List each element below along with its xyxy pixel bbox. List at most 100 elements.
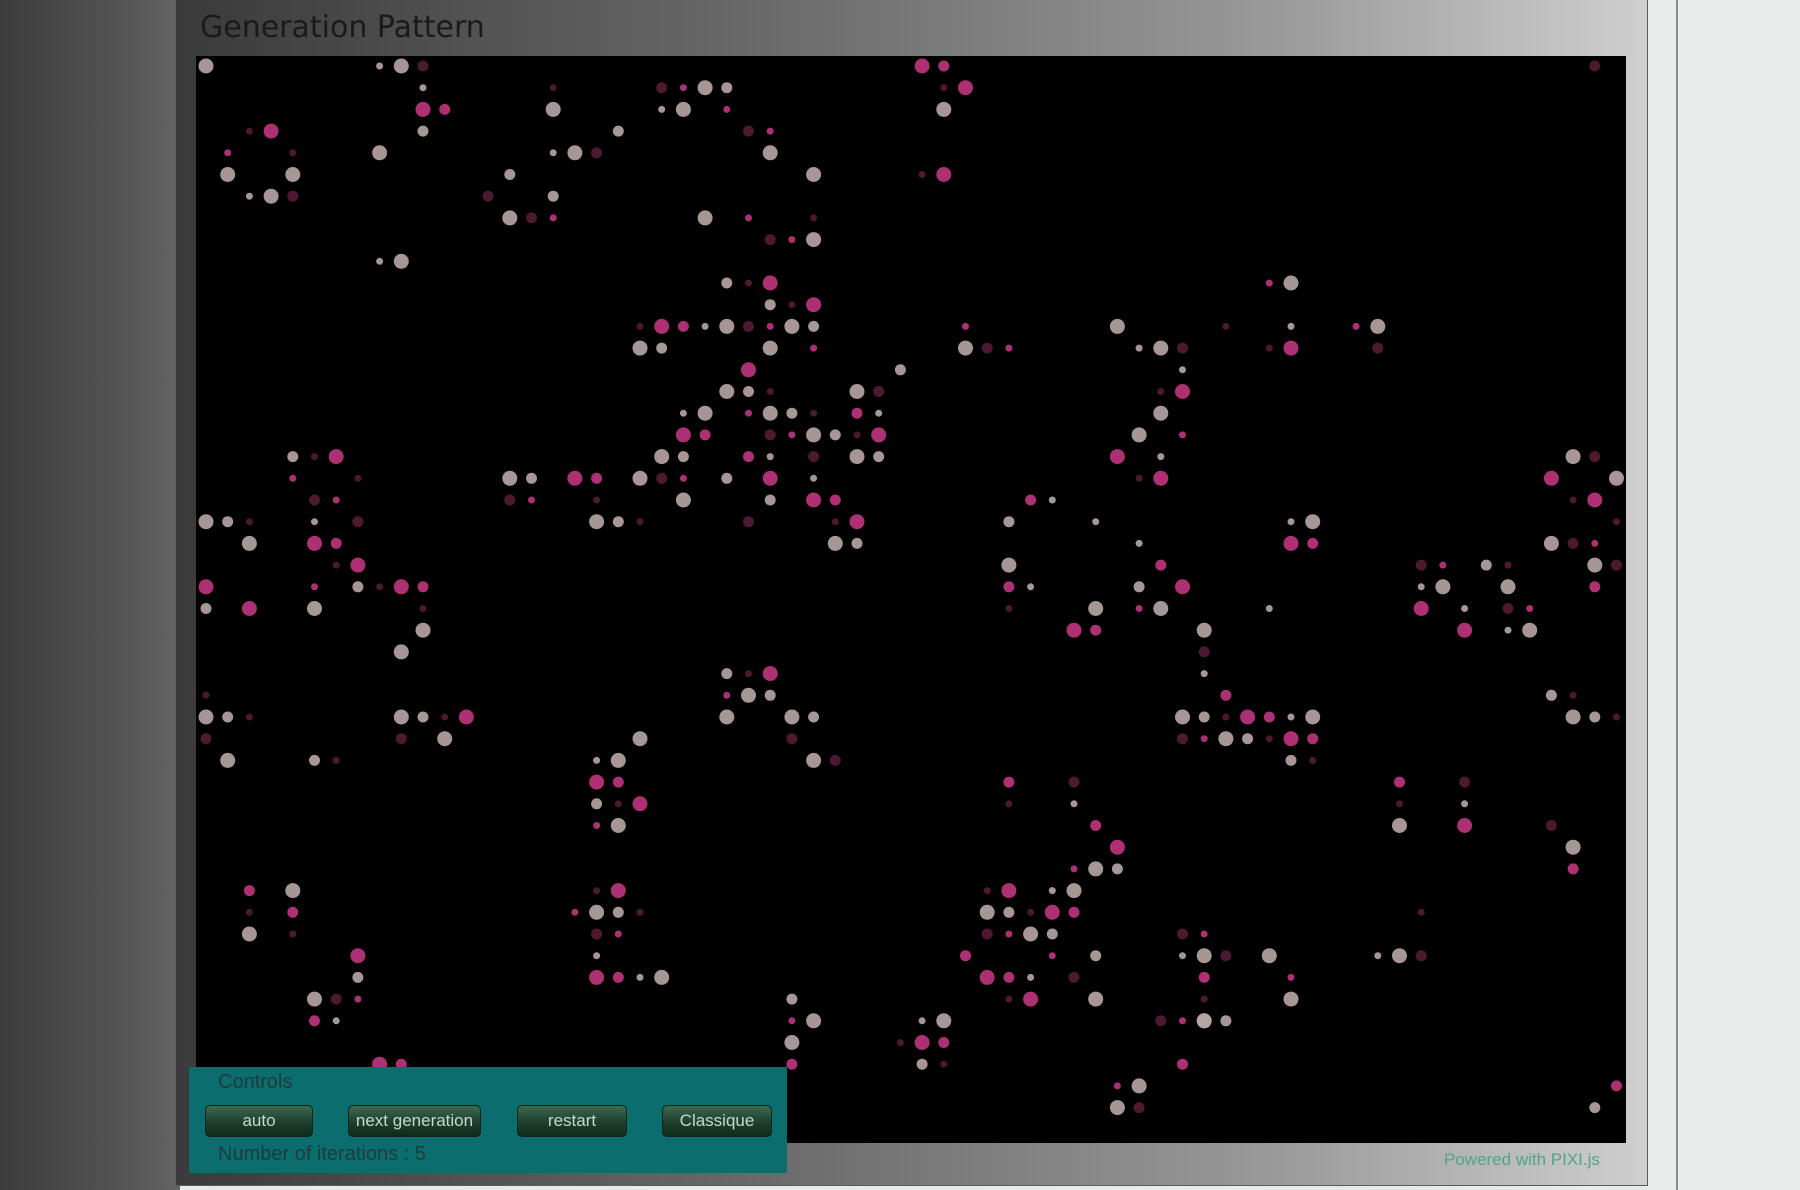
cell	[719, 318, 735, 334]
cell	[1153, 405, 1169, 421]
cell	[1504, 561, 1512, 569]
cell	[612, 125, 624, 137]
cell	[1175, 384, 1190, 399]
cell	[1111, 863, 1123, 875]
cell	[1613, 713, 1620, 721]
cell	[1565, 449, 1581, 465]
cell	[788, 431, 796, 439]
cell	[1177, 1058, 1188, 1070]
game-board[interactable]	[196, 56, 1626, 1143]
cell	[745, 409, 752, 417]
cell	[766, 453, 774, 461]
cell	[1001, 883, 1017, 899]
cell	[806, 167, 822, 182]
cell	[1457, 818, 1473, 833]
cell	[679, 409, 687, 417]
cell	[1092, 518, 1100, 526]
cell	[654, 969, 670, 985]
cell	[1374, 952, 1382, 960]
next-generation-button[interactable]: next generation	[348, 1105, 481, 1137]
cell	[245, 713, 253, 721]
classique-button[interactable]: Classique	[662, 1105, 772, 1137]
cell	[741, 687, 756, 703]
cell	[1088, 991, 1104, 1007]
cell	[1265, 735, 1273, 743]
cell	[851, 537, 863, 549]
cell	[1196, 948, 1212, 964]
cell	[808, 320, 820, 332]
cell	[1417, 908, 1425, 916]
cell	[1175, 579, 1190, 595]
cell	[697, 210, 713, 226]
cell	[788, 301, 796, 309]
cell	[1287, 713, 1295, 721]
cell	[1283, 535, 1299, 551]
cell	[591, 798, 603, 810]
cell	[896, 1039, 904, 1046]
cell	[287, 906, 299, 918]
cell	[723, 105, 731, 113]
cell	[699, 429, 711, 441]
cell	[1048, 952, 1056, 960]
cell	[697, 80, 713, 96]
cell	[853, 431, 861, 439]
cell	[1218, 731, 1234, 747]
controls-panel: Controls auto next generation restart Cl…	[189, 1067, 787, 1173]
auto-button[interactable]: auto	[205, 1105, 313, 1137]
cell	[1305, 514, 1321, 530]
cell	[810, 344, 818, 352]
restart-button[interactable]: restart	[517, 1105, 627, 1137]
cell	[547, 190, 559, 202]
cell	[1613, 518, 1620, 526]
cell	[419, 84, 427, 92]
cell	[1003, 776, 1015, 788]
cell	[958, 340, 973, 356]
cell	[332, 1017, 340, 1025]
cell	[263, 123, 279, 139]
cell	[1413, 601, 1429, 616]
cell	[437, 731, 453, 747]
cell	[330, 537, 342, 549]
cell	[1565, 709, 1581, 725]
cell	[591, 472, 603, 484]
cell	[1179, 431, 1186, 439]
cell	[831, 518, 839, 526]
cell	[1545, 689, 1557, 701]
cell	[593, 756, 601, 764]
cell	[1109, 839, 1125, 855]
cell	[1005, 344, 1013, 352]
cell	[808, 451, 820, 463]
cell	[1480, 559, 1492, 571]
cell	[938, 1037, 950, 1048]
cell	[1589, 581, 1601, 593]
cell	[654, 449, 670, 465]
cell	[1522, 622, 1538, 638]
cell	[1220, 1015, 1232, 1027]
cell	[1157, 388, 1165, 395]
cell	[610, 818, 626, 833]
cell	[1435, 579, 1451, 595]
cell	[309, 1015, 320, 1027]
cell	[1394, 776, 1405, 788]
cell	[1066, 622, 1082, 638]
cell	[1177, 733, 1188, 745]
left-sidebar-background	[0, 0, 180, 1190]
cell	[1027, 973, 1035, 981]
cell	[593, 496, 601, 504]
cell	[614, 930, 622, 938]
cell	[894, 364, 906, 376]
cell	[307, 991, 322, 1007]
cell	[1265, 605, 1273, 612]
cell	[940, 1060, 948, 1068]
cell	[1417, 583, 1425, 591]
cell	[1372, 342, 1384, 354]
cell	[245, 127, 253, 135]
cell	[1200, 670, 1208, 678]
cell	[1153, 340, 1169, 356]
cell	[285, 167, 301, 182]
cell	[332, 756, 340, 764]
cell	[287, 451, 299, 463]
cell	[1177, 342, 1188, 354]
cell	[1415, 950, 1427, 962]
cell	[1285, 754, 1297, 766]
